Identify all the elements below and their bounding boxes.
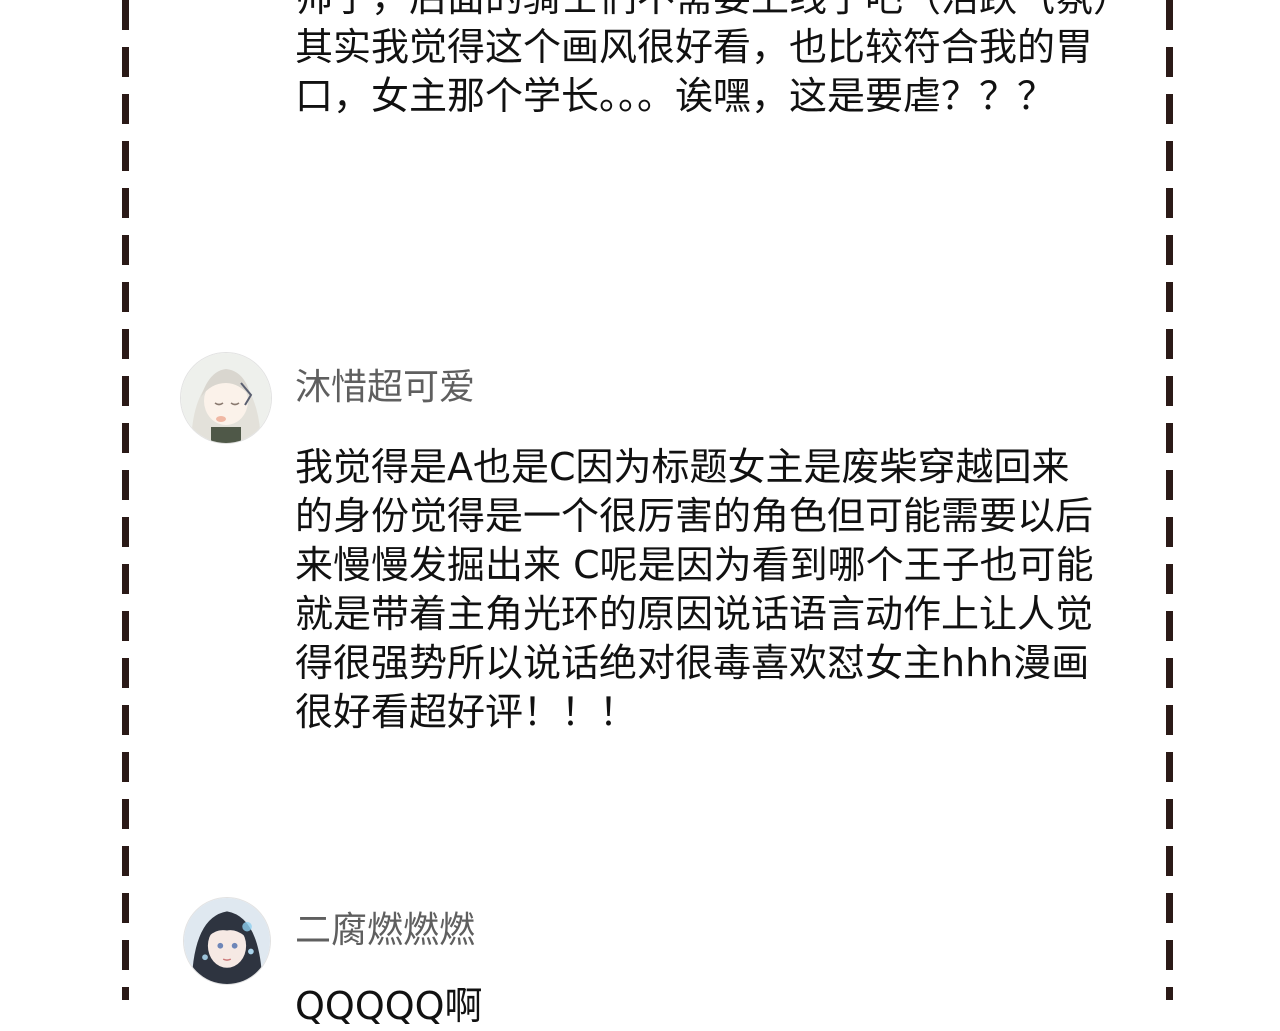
- comment-text: QQQQQ啊: [295, 984, 483, 1028]
- username[interactable]: 二腐燃燃燃: [295, 901, 475, 953]
- avatar-white-hair-girl-icon: [181, 353, 271, 443]
- comment-text: 我觉得是A也是C因为标题女主是废柴穿越回来的身份觉得是一个很厉害的角色但可能需要…: [295, 445, 1094, 734]
- dashed-border-left: [122, 0, 129, 1000]
- dashed-border-right: [1166, 0, 1173, 1000]
- avatar-dark-hair-girl-icon: [184, 898, 270, 984]
- user-avatar[interactable]: [183, 897, 271, 985]
- username[interactable]: 沐惜超可爱: [295, 358, 475, 410]
- comment-text: 帅子，后面的骑士们不需要上线了吧（活跃气氛）其实我觉得这个画风很好看，也比较符合…: [295, 0, 1112, 118]
- user-avatar[interactable]: [180, 352, 272, 444]
